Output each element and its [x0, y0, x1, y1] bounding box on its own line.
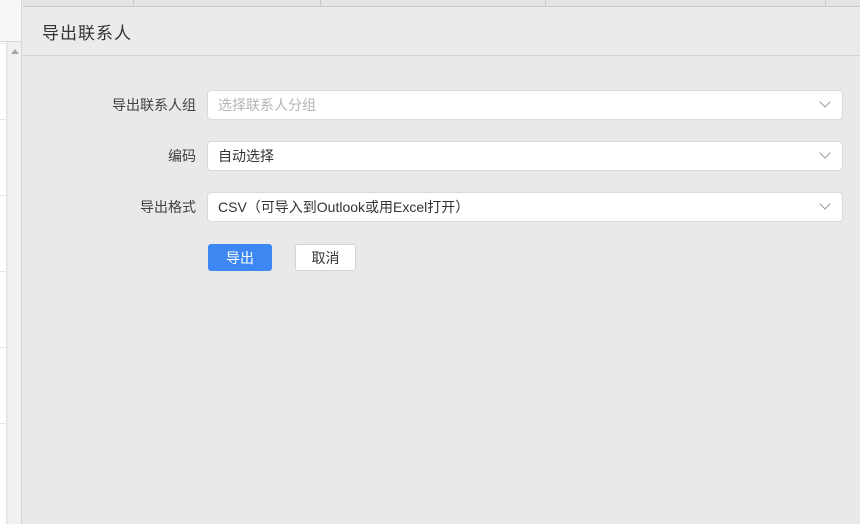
export-button[interactable]: 导出: [208, 244, 272, 271]
title-bar: 导出联系人: [23, 7, 860, 56]
export-format-value: CSV（可导入到Outlook或用Excel打开）: [218, 197, 469, 217]
chevron-down-icon: [819, 147, 830, 158]
tab-divider: [825, 0, 826, 6]
encoding-label: 编码: [23, 141, 196, 171]
browser-tab-strip: [23, 0, 860, 7]
export-format-label: 导出格式: [23, 192, 196, 222]
tab-divider: [320, 0, 321, 6]
scroll-up-icon[interactable]: [11, 49, 19, 54]
export-format-select[interactable]: CSV（可导入到Outlook或用Excel打开）: [207, 192, 843, 222]
export-contacts-page: 导出联系人 导出联系人组 选择联系人分组 编码 自动选择 导出格式 CSV（可导…: [0, 0, 860, 524]
cancel-button[interactable]: 取消: [295, 244, 356, 271]
tab-divider: [545, 0, 546, 6]
sidebar-top-corner: [0, 0, 22, 42]
export-group-placeholder: 选择联系人分组: [218, 95, 316, 115]
page-title: 导出联系人: [42, 19, 132, 44]
export-form: 导出联系人组 选择联系人分组 编码 自动选择 导出格式 CSV（可导入到Outl…: [23, 56, 860, 522]
chevron-down-icon: [819, 198, 830, 209]
tab-divider: [133, 0, 134, 6]
export-group-select[interactable]: 选择联系人分组: [207, 90, 843, 120]
main-panel: 导出联系人 导出联系人组 选择联系人分组 编码 自动选择 导出格式 CSV（可导…: [23, 0, 860, 524]
sidebar-collapse-strip[interactable]: [8, 0, 22, 524]
background-list-column: [0, 0, 7, 524]
chevron-down-icon: [819, 96, 830, 107]
encoding-value: 自动选择: [218, 146, 274, 166]
export-group-label: 导出联系人组: [23, 90, 196, 120]
encoding-select[interactable]: 自动选择: [207, 141, 843, 171]
